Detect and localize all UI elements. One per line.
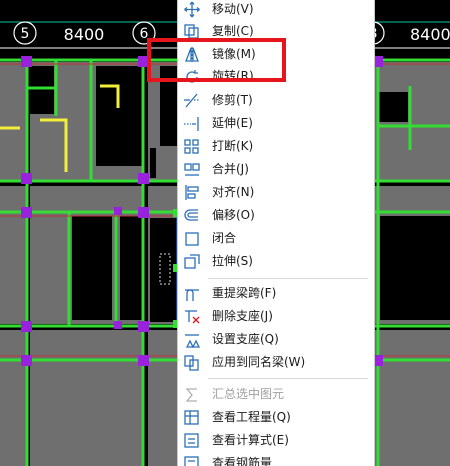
rebar-icon: [183, 455, 201, 466]
menu-item-beam-span[interactable]: 重提梁跨(F): [178, 282, 374, 305]
menu-item-label: 应用到同名梁(W): [212, 355, 306, 369]
menu-item-move[interactable]: 移动(V): [178, 0, 374, 21]
menu-item-label: 删除支座(J): [212, 309, 273, 323]
menu-item-label: 查看计算式(E): [212, 433, 289, 447]
stretch-icon: [183, 253, 201, 270]
menu-item-rebar[interactable]: 查看钢筋量: [178, 452, 374, 466]
menu-item-apply-same-beam[interactable]: 应用到同名梁(W): [178, 351, 374, 374]
menu-separator: [208, 378, 368, 379]
menu-separator: [208, 278, 368, 279]
menu-item-formula[interactable]: 查看计算式(E): [178, 429, 374, 452]
set-support-icon: [183, 331, 201, 348]
menu-item-sum: 汇总选中图元: [178, 383, 374, 406]
menu-item-label: 汇总选中图元: [212, 387, 285, 401]
sum-icon: [183, 386, 201, 403]
dimension-text: 8400: [410, 25, 450, 44]
menu-item-label: 重提梁跨(F): [212, 286, 277, 300]
menu-item-label: 打断(K): [212, 139, 254, 153]
menu-item-stretch[interactable]: 拉伸(S): [178, 250, 374, 273]
menu-item-set-support[interactable]: 设置支座(Q): [178, 328, 374, 351]
move-icon: [183, 1, 201, 18]
menu-item-align[interactable]: 对齐(N): [178, 181, 374, 204]
menu-item-break[interactable]: 打断(K): [178, 135, 374, 158]
delete-support-icon: [183, 308, 201, 325]
menu-item-label: 闭合: [212, 231, 237, 245]
menu-item-merge[interactable]: 合并(J): [178, 158, 374, 181]
highlight-box: [147, 38, 286, 82]
menu-item-label: 拉伸(S): [212, 254, 253, 268]
menu-item-label: 偏移(O): [212, 208, 255, 222]
close-shape-icon: [183, 230, 201, 247]
extend-icon: [183, 115, 201, 132]
trim-icon: [183, 92, 201, 109]
menu-item-label: 设置支座(Q): [212, 332, 279, 346]
menu-item-trim[interactable]: 修剪(T): [178, 89, 374, 112]
menu-item-label: 修剪(T): [212, 93, 253, 107]
beam-span-icon: [183, 285, 201, 302]
break-icon: [183, 138, 201, 155]
menu-item-label: 合并(J): [212, 162, 249, 176]
offset-icon: [183, 207, 201, 224]
quantity-icon: [183, 409, 201, 426]
formula-icon: [183, 432, 201, 449]
menu-item-delete-support[interactable]: 删除支座(J): [178, 305, 374, 328]
apply-same-beam-icon: [183, 354, 201, 371]
menu-item-offset[interactable]: 偏移(O): [178, 204, 374, 227]
merge-icon: [183, 161, 201, 178]
menu-item-label: 对齐(N): [212, 185, 255, 199]
menu-item-close-shape[interactable]: 闭合: [178, 227, 374, 250]
dimension-text: 8400: [64, 25, 105, 44]
menu-item-extend[interactable]: 延伸(E): [178, 112, 374, 135]
menu-item-label: 复制(C): [212, 24, 254, 38]
axis-label: 5: [21, 26, 30, 42]
menu-item-label: 查看钢筋量: [212, 456, 273, 466]
menu-item-quantity[interactable]: 查看工程量(Q): [178, 406, 374, 429]
align-icon: [183, 184, 201, 201]
menu-item-label: 移动(V): [212, 2, 254, 16]
menu-item-label: 查看工程量(Q): [212, 410, 291, 424]
menu-item-label: 延伸(E): [212, 116, 253, 130]
